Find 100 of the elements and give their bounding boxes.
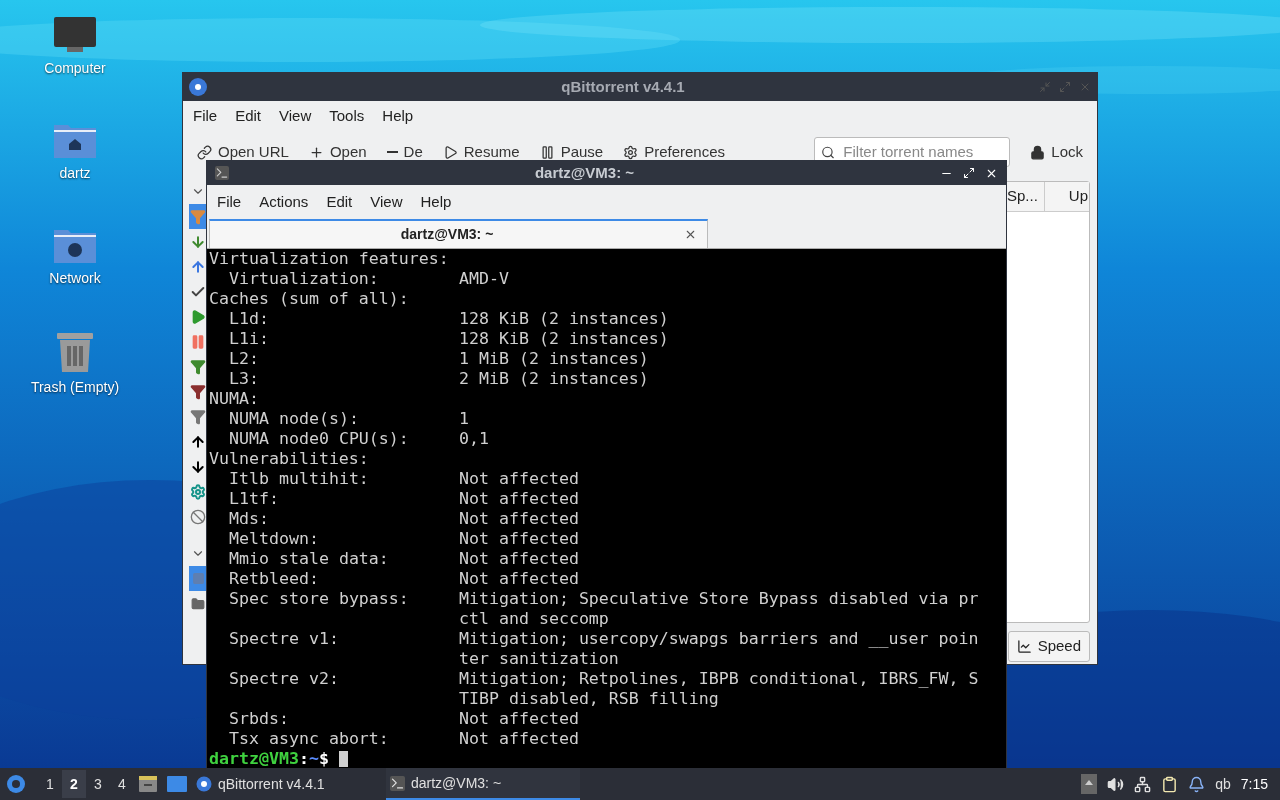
square-icon bbox=[191, 572, 205, 585]
monitor-icon[interactable] bbox=[53, 16, 97, 54]
terminal-field-label: Retbleed: bbox=[229, 569, 320, 589]
search-icon bbox=[821, 144, 836, 160]
terminal-line: Vulnerabilities: bbox=[209, 449, 369, 468]
terminal-field-value: AMD-V bbox=[459, 269, 509, 289]
terminal-field-label: NUMA node(s): bbox=[229, 409, 360, 429]
terminal-field-value: Not affected bbox=[459, 569, 579, 589]
terminal-field-label: L1d: bbox=[229, 309, 270, 329]
window-title: qBittorrent v4.4.1 bbox=[560, 76, 686, 97]
terminal-field-value: Not affected bbox=[459, 729, 579, 749]
toolbar-button[interactable]: Open bbox=[308, 140, 367, 164]
down-arrow-icon bbox=[190, 458, 206, 475]
terminal-field-label: Spec store bypass: bbox=[229, 589, 410, 609]
toolbar-button[interactable]: Preferences bbox=[623, 140, 726, 164]
window-icon[interactable] bbox=[166, 775, 188, 793]
tray-label[interactable]: qb bbox=[1215, 773, 1231, 795]
minus-icon bbox=[386, 151, 398, 153]
menu-item[interactable]: Tools bbox=[323, 104, 371, 128]
app-icon bbox=[189, 78, 207, 96]
menu-item[interactable]: Edit bbox=[229, 104, 268, 128]
network-icon[interactable] bbox=[1134, 775, 1152, 793]
terminal-field-value: Not affected bbox=[459, 529, 579, 549]
terminal-field-label: Virtualization: bbox=[229, 269, 380, 289]
terminal-field-label: L1tf: bbox=[229, 489, 280, 509]
terminal-field-value: TIBP disabled, RSB filling bbox=[459, 689, 719, 709]
terminal-field-label: L1i: bbox=[229, 329, 270, 349]
menu-item[interactable]: View bbox=[273, 104, 318, 128]
terminal-field-value: Not affected bbox=[459, 509, 579, 529]
plus-icon bbox=[308, 144, 324, 160]
menu-item[interactable]: Edit bbox=[322, 190, 357, 214]
task-button[interactable]: qBittorrent v4.4.1 bbox=[192, 768, 386, 800]
terminal-tab[interactable]: dartz@VM3: ~ bbox=[209, 219, 708, 248]
terminal-field-value: ter sanitization bbox=[459, 649, 619, 669]
menu-item[interactable]: File bbox=[187, 104, 224, 128]
toolbar-button[interactable]: Resume bbox=[442, 140, 520, 164]
menu-item[interactable]: View bbox=[366, 190, 407, 214]
terminal-field-value: 128 KiB (2 instances) bbox=[459, 329, 669, 349]
terminal-field-label: Meltdown: bbox=[229, 529, 320, 549]
terminal-line: NUMA: bbox=[209, 389, 259, 408]
terminal-field-value: Not affected bbox=[459, 469, 579, 489]
filter-icon bbox=[190, 208, 206, 225]
toolbar-button[interactable]: Open URL bbox=[197, 140, 289, 164]
terminal-field-value: Mitigation; usercopy/swapgs barriers and __user poin bbox=[459, 629, 979, 649]
menu-item[interactable]: File bbox=[213, 190, 246, 214]
start-menu-icon[interactable] bbox=[6, 774, 26, 794]
chart-icon bbox=[1016, 638, 1032, 654]
task-button[interactable]: dartz@VM3: ~ bbox=[386, 768, 580, 800]
maximize-icon[interactable] bbox=[963, 166, 975, 179]
terminal-field-label: Tsx async abort: bbox=[229, 729, 390, 749]
menu-item[interactable]: Actions bbox=[255, 190, 313, 214]
terminal-field-label: Srbds: bbox=[229, 709, 290, 729]
terminal-field-label: Mmio stale data: bbox=[229, 549, 390, 569]
menu-item[interactable]: Help bbox=[376, 104, 420, 128]
speed-button[interactable]: Speed bbox=[1007, 630, 1090, 662]
terminal-field-label: NUMA node0 CPU(s): bbox=[229, 429, 410, 449]
filter-icon bbox=[190, 383, 206, 400]
terminal-field-value: Not affected bbox=[459, 489, 579, 509]
terminal-icon bbox=[215, 166, 229, 180]
terminal-line: Virtualization features: bbox=[209, 249, 449, 268]
desktop-icon-label[interactable]: Trash (Empty) bbox=[30, 377, 120, 398]
clock[interactable]: 7:15 bbox=[1240, 773, 1268, 795]
shell-prompt: dartz@VM3:~$ bbox=[209, 749, 329, 768]
terminal-icon bbox=[390, 775, 405, 791]
up-arrow-icon bbox=[190, 258, 206, 275]
filter-input[interactable]: Filter torrent names bbox=[843, 140, 1004, 164]
file-manager-icon[interactable] bbox=[138, 775, 158, 793]
workspace-button[interactable]: 1 bbox=[38, 770, 62, 798]
terminal-field-value: Not affected bbox=[459, 549, 579, 569]
lock-button[interactable]: Lock bbox=[1030, 140, 1083, 164]
gear-icon bbox=[190, 483, 206, 500]
clipboard-icon[interactable] bbox=[1161, 775, 1179, 793]
slashed-circle-icon bbox=[190, 508, 206, 525]
terminal-field-value: 128 KiB (2 instances) bbox=[459, 309, 669, 329]
workspace-button[interactable]: 2 bbox=[62, 770, 86, 798]
eject-icon[interactable] bbox=[1081, 774, 1098, 794]
terminal-field-value: 1 bbox=[459, 409, 469, 429]
down-arrow-icon bbox=[190, 233, 206, 250]
workspace-button[interactable]: 4 bbox=[110, 770, 134, 798]
notification-icon[interactable] bbox=[1188, 775, 1206, 793]
toolbar-button[interactable]: Pause bbox=[539, 140, 604, 164]
workspace-button[interactable]: 3 bbox=[86, 770, 110, 798]
terminal-field-value: ctl and seccomp bbox=[459, 609, 609, 629]
menu-item[interactable]: Help bbox=[416, 190, 456, 214]
terminal-field-label: L3: bbox=[229, 369, 260, 389]
terminal-field-value: Mitigation; Retpolines, IBPB conditional, IBRS_FW, S bbox=[459, 669, 979, 689]
terminal-field-value: 2 MiB (2 instances) bbox=[459, 369, 649, 389]
play-icon bbox=[190, 308, 206, 325]
terminal-field-label: L2: bbox=[229, 349, 260, 369]
up-arrow-icon bbox=[190, 433, 206, 450]
column-header[interactable]: Up bbox=[1045, 182, 1089, 211]
volume-icon[interactable] bbox=[1107, 775, 1125, 793]
lock-icon bbox=[1030, 144, 1046, 160]
text-cursor bbox=[338, 751, 348, 767]
terminal-field-value: 0,1 bbox=[459, 429, 489, 449]
link-icon bbox=[197, 144, 212, 160]
close-icon[interactable] bbox=[684, 228, 697, 241]
toolbar-button[interactable]: De bbox=[386, 140, 423, 164]
terminal-field-value: Not affected bbox=[459, 709, 579, 729]
desktop-icon-label[interactable]: Network bbox=[49, 268, 101, 289]
